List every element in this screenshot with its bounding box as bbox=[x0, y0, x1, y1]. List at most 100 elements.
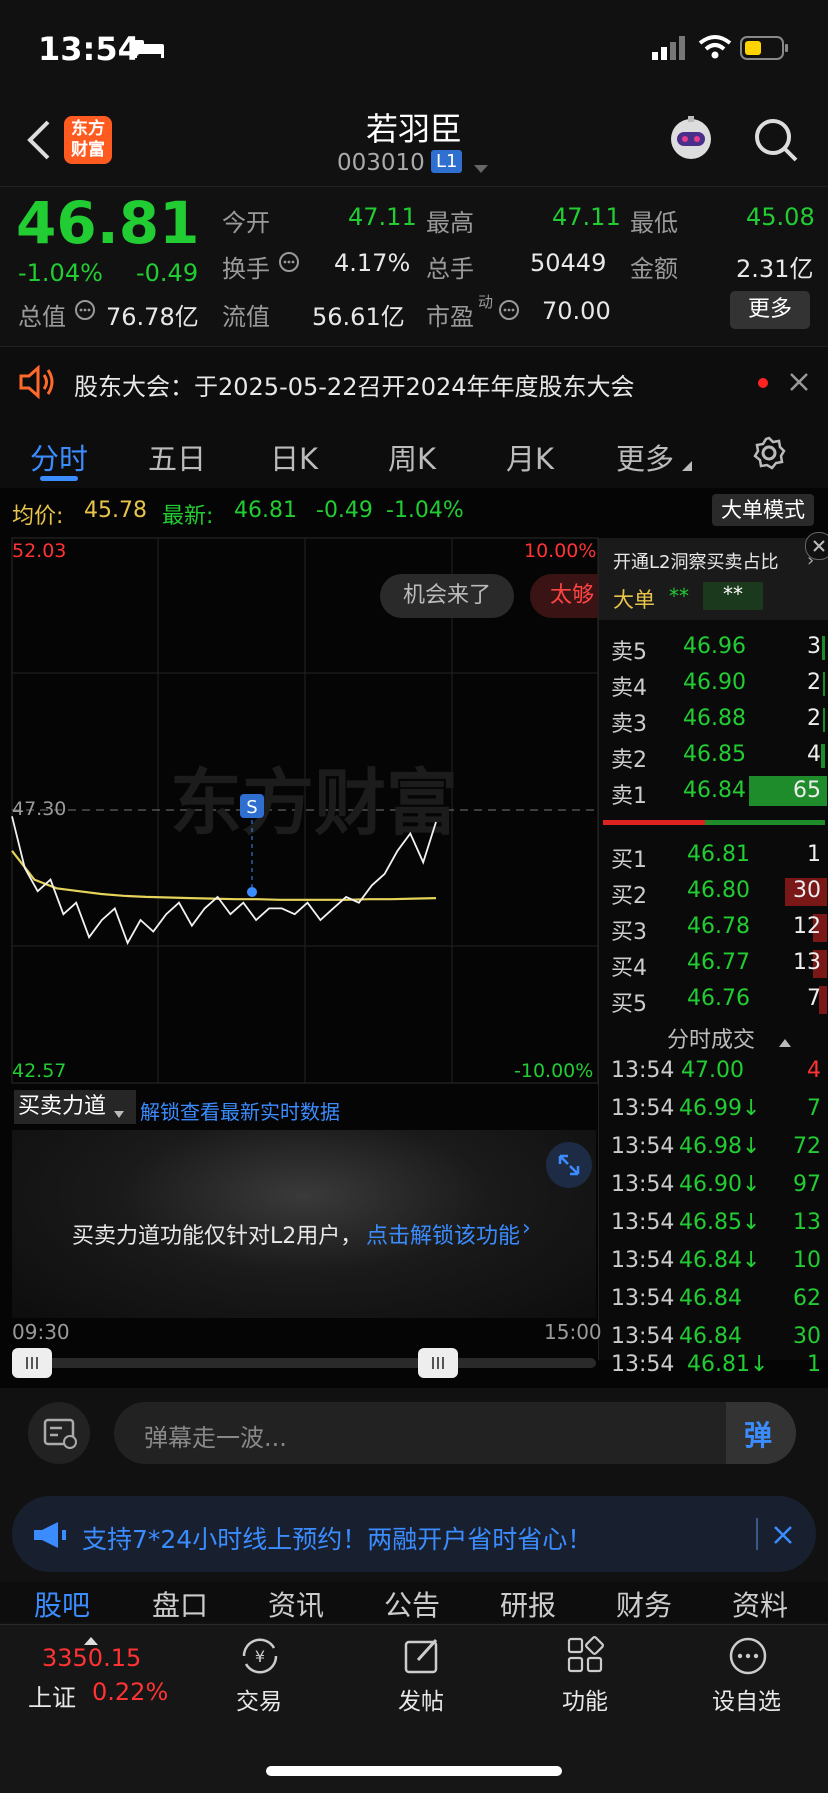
info-icon[interactable] bbox=[74, 299, 96, 325]
tab-more[interactable]: 更多 bbox=[616, 436, 674, 478]
ask-label: 卖2 bbox=[611, 748, 647, 773]
subtab-forum[interactable]: 股吧 bbox=[34, 1584, 90, 1624]
danmaku-placeholder: 弹幕走一波... bbox=[144, 1424, 287, 1452]
ask-label: 卖3 bbox=[611, 712, 647, 737]
trade-volume: 4 bbox=[807, 1058, 821, 1083]
expand-icon[interactable] bbox=[546, 1142, 592, 1188]
settings-gear-icon[interactable] bbox=[752, 436, 786, 474]
trade-price: 46.84 bbox=[679, 1286, 742, 1311]
range-handle-left[interactable] bbox=[12, 1348, 52, 1378]
more-dots-icon[interactable] bbox=[728, 1636, 768, 1680]
force-unlock-link[interactable]: 点击解锁该功能 bbox=[366, 1218, 520, 1250]
trade-time: 13:54 bbox=[611, 1286, 675, 1311]
high-label: 最高 bbox=[426, 209, 474, 237]
ask-row[interactable]: 卖4 46.90 2 bbox=[599, 666, 827, 702]
tab-monthly-k[interactable]: 月K bbox=[506, 436, 554, 478]
trade-icon[interactable]: ¥ bbox=[238, 1636, 282, 1680]
danmaku-settings-icon[interactable] bbox=[28, 1402, 90, 1464]
bid-label: 买4 bbox=[611, 956, 647, 981]
bid-row[interactable]: 买2 46.80 30 bbox=[599, 874, 827, 910]
marker-dot bbox=[247, 887, 257, 897]
big-order-mode-button[interactable]: 大单模式 bbox=[712, 494, 814, 526]
trades-title[interactable]: 分时成交 bbox=[667, 1022, 755, 1054]
bid-row[interactable]: 买5 46.76 7 bbox=[599, 982, 827, 1018]
big-order-stars: ** bbox=[669, 584, 689, 608]
l2-banner-text[interactable]: 开通L2洞察买卖占比 bbox=[613, 548, 778, 574]
trade-volume: 72 bbox=[793, 1134, 821, 1159]
subtab-handicap[interactable]: 盘口 bbox=[152, 1584, 208, 1624]
nav-function[interactable]: 功能 bbox=[562, 1682, 608, 1716]
turnover-value: 4.17% bbox=[334, 249, 411, 277]
tab-daily-k[interactable]: 日K bbox=[270, 436, 318, 478]
ask-row[interactable]: 卖3 46.88 2 bbox=[599, 702, 827, 738]
function-grid-icon[interactable] bbox=[566, 1636, 604, 1678]
unlock-link[interactable]: 解锁查看最新实时数据 bbox=[140, 1096, 340, 1125]
amount-value: 2.31亿 bbox=[736, 255, 814, 283]
mcap-label: 总值 bbox=[18, 303, 66, 331]
bid-volume: 13 bbox=[793, 950, 821, 975]
index-value[interactable]: 3350.15 bbox=[42, 1644, 141, 1672]
close-icon[interactable] bbox=[788, 371, 810, 397]
range-handle-right[interactable] bbox=[418, 1348, 458, 1378]
trade-price: 46.99↓ bbox=[679, 1096, 761, 1121]
bid-price: 46.76 bbox=[687, 986, 750, 1011]
time-range-track[interactable] bbox=[12, 1358, 596, 1368]
danmaku-bubble[interactable]: 太够 bbox=[530, 574, 598, 618]
trade-volume: 30 bbox=[793, 1324, 821, 1349]
home-indicator bbox=[266, 1766, 562, 1776]
subtab-news[interactable]: 资讯 bbox=[268, 1584, 324, 1624]
more-button[interactable]: 更多 bbox=[730, 291, 810, 329]
bid-row[interactable]: 买3 46.78 12 bbox=[599, 910, 827, 946]
bid-row[interactable]: 买1 46.81 1 bbox=[599, 838, 827, 874]
ask-row[interactable]: 卖1 46.84 65 bbox=[599, 774, 827, 810]
subtab-announce[interactable]: 公告 bbox=[384, 1584, 440, 1624]
nav-trade[interactable]: 交易 bbox=[236, 1682, 282, 1716]
float-value: 56.61亿 bbox=[312, 303, 405, 331]
bid-price: 46.78 bbox=[687, 914, 750, 939]
speaker-icon bbox=[18, 364, 56, 403]
trade-volume: 1 bbox=[807, 1352, 821, 1377]
ask-row[interactable]: 卖5 46.96 3 bbox=[599, 630, 827, 666]
trade-row: 13:54 46.81↓ 1 bbox=[599, 1350, 827, 1384]
subtab-finance[interactable]: 财务 bbox=[616, 1584, 672, 1624]
danmaku-input[interactable]: 弹幕走一波... 弹 bbox=[114, 1402, 796, 1464]
subtab-profile[interactable]: 资料 bbox=[732, 1584, 788, 1624]
ask-price: 46.96 bbox=[683, 634, 746, 659]
pe-value: 70.00 bbox=[542, 297, 611, 325]
close-icon[interactable] bbox=[805, 532, 828, 560]
volume-bar bbox=[822, 636, 825, 660]
status-bar: 13:54 bbox=[0, 0, 828, 100]
bid-label: 买3 bbox=[611, 920, 647, 945]
ask-volume: 3 bbox=[807, 634, 821, 659]
svg-text:¥: ¥ bbox=[255, 1647, 265, 1666]
robot-assistant-icon[interactable] bbox=[666, 114, 716, 164]
promo-text[interactable]: 支持7*24小时线上预约！两融开户省时省心！ bbox=[82, 1520, 592, 1556]
tab-five-day[interactable]: 五日 bbox=[148, 436, 206, 478]
info-icon[interactable] bbox=[278, 251, 300, 277]
danmaku-send-label[interactable]: 弹 bbox=[744, 1414, 772, 1454]
ask-volume: 2 bbox=[807, 670, 821, 695]
nav-post[interactable]: 发帖 bbox=[398, 1682, 444, 1716]
index-name[interactable]: 上证 bbox=[28, 1678, 76, 1713]
subtab-research[interactable]: 研报 bbox=[500, 1584, 556, 1624]
post-icon[interactable] bbox=[402, 1636, 442, 1680]
open-value: 47.11 bbox=[348, 203, 417, 231]
nav-watchlist[interactable]: 设自选 bbox=[712, 1682, 781, 1716]
intraday-chart[interactable]: 东方财富 S bbox=[0, 536, 600, 1176]
dropdown-icon[interactable] bbox=[474, 160, 488, 179]
close-icon[interactable] bbox=[772, 1524, 794, 1550]
index-pct[interactable]: 0.22% bbox=[92, 1678, 168, 1706]
notice-bar[interactable]: 股东大会：于2025-05-22召开2024年年度股东大会 bbox=[0, 346, 828, 420]
ask-row[interactable]: 卖2 46.85 4 bbox=[599, 738, 827, 774]
search-icon[interactable] bbox=[752, 116, 800, 168]
y-ref-label: 47.30 bbox=[12, 798, 67, 820]
danmaku-bubble[interactable]: 机会来了 bbox=[380, 574, 514, 618]
latest-label: 最新: bbox=[162, 504, 214, 529]
ask-price: 46.85 bbox=[683, 742, 746, 767]
quote-panel: 46.81 -1.04% -0.49 今开 47.11 最高 47.11 最低 … bbox=[0, 186, 828, 347]
tab-weekly-k[interactable]: 周K bbox=[388, 436, 436, 478]
tab-intraday[interactable]: 分时 bbox=[30, 436, 88, 478]
level-badge[interactable]: L1 bbox=[431, 150, 463, 173]
info-icon[interactable] bbox=[498, 299, 520, 325]
bid-row[interactable]: 买4 46.77 13 bbox=[599, 946, 827, 982]
